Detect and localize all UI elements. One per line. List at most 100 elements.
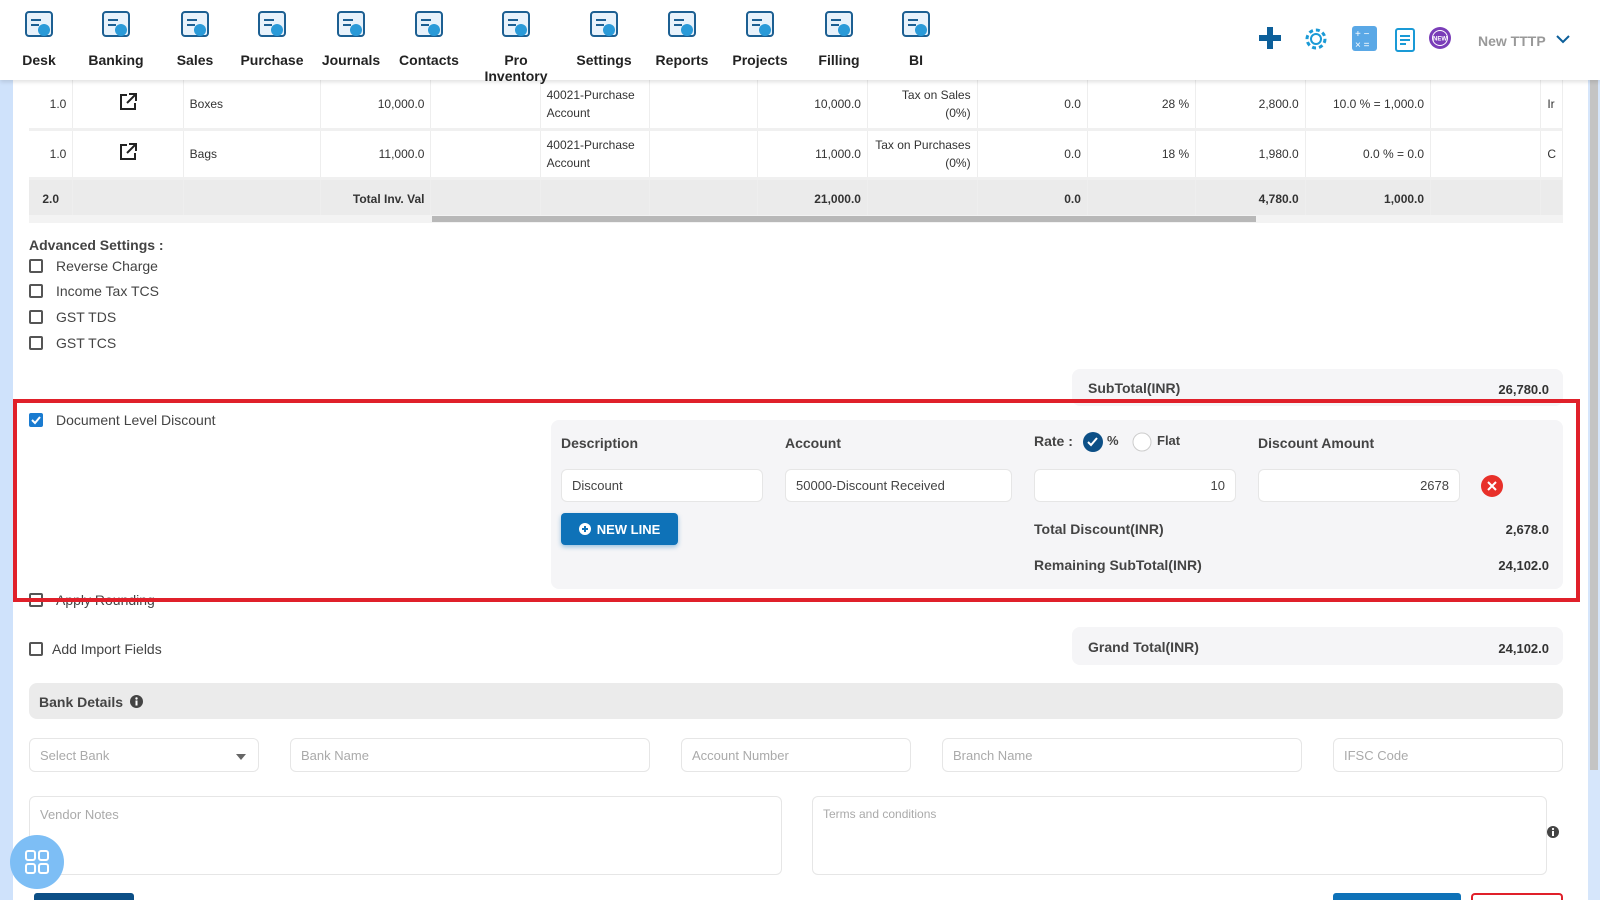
apps-fab[interactable]	[10, 835, 64, 889]
external-link-icon[interactable]	[119, 143, 138, 161]
document-discount-checkbox[interactable]	[29, 413, 43, 427]
table-row: 1.0 Boxes 10,000.0 40021-Purchase Account 10…	[29, 80, 1563, 131]
discount-amount-input[interactable]: 2678	[1258, 469, 1460, 502]
nav-label: Contacts	[399, 52, 459, 68]
remaining-subtotal-value: 24,102.0	[1498, 558, 1549, 573]
new-badge-icon[interactable]: NEW	[1428, 26, 1452, 50]
user-menu[interactable]: New TTTP	[1478, 33, 1546, 49]
table-cell: Tax on Purchases (0%)	[867, 129, 978, 180]
table-cell: 2,800.0	[1195, 80, 1306, 131]
table-cell	[649, 80, 759, 131]
discount-rate-input[interactable]: 10	[1034, 469, 1236, 502]
sales-icon	[181, 11, 209, 37]
journals-icon	[337, 11, 365, 37]
purchase-icon	[258, 11, 286, 37]
calculator-icon[interactable]: + −× =	[1352, 26, 1377, 51]
subtotal-label: SubTotal(INR)	[1088, 380, 1181, 396]
total-cell	[183, 178, 321, 218]
table-cell: Tax on Sales (0%)	[867, 80, 978, 131]
svg-text:NEW: NEW	[1433, 37, 1447, 43]
nav-label: Settings	[576, 52, 632, 68]
open-item-icon[interactable]	[72, 80, 184, 131]
account-number-input[interactable]: Account Number	[681, 738, 911, 772]
table-cell	[1430, 129, 1542, 180]
submit-button[interactable]	[1333, 893, 1461, 900]
cancel-button[interactable]	[1471, 893, 1563, 900]
rate-percent-radio[interactable]	[1083, 432, 1103, 452]
total-cell: 1,000.0	[1305, 178, 1432, 218]
vendor-notes-textarea[interactable]: Vendor Notes	[29, 796, 782, 875]
percent-label: %	[1107, 433, 1119, 448]
description-header: Description	[561, 435, 639, 451]
nav-label: Journals	[321, 52, 381, 68]
table-cell: 10,000.0	[320, 80, 432, 131]
bank-details-title: Bank Details	[39, 694, 124, 710]
table-cell	[430, 129, 541, 180]
total-discount-value: 2,678.0	[1505, 522, 1549, 537]
discount-description-input[interactable]: Discount	[561, 469, 763, 502]
remove-line-icon[interactable]	[1481, 475, 1503, 497]
info-icon[interactable]	[130, 695, 143, 708]
import-fields-checkbox[interactable]	[29, 642, 43, 656]
total-cell	[430, 178, 541, 218]
discount-amount-header: Discount Amount	[1258, 435, 1375, 451]
external-link-icon[interactable]	[119, 93, 138, 111]
nav-label: Sales	[176, 52, 214, 68]
terms-info-icon[interactable]	[1547, 826, 1559, 838]
inventory-icon	[502, 11, 530, 37]
discount-account-input[interactable]: 50000-Discount Received	[785, 469, 1012, 502]
new-line-button[interactable]: NEW LINE	[561, 513, 678, 545]
items-table: 1.0 Boxes 10,000.0 40021-Purchase Account 10…	[29, 80, 1563, 218]
table-cell: Boxes	[183, 80, 321, 131]
table-cell: 11,000.0	[320, 129, 432, 180]
flat-label: Flat	[1157, 433, 1181, 448]
plus-icon[interactable]	[1258, 26, 1282, 50]
grand-total-label: Grand Total(INR)	[1088, 639, 1199, 655]
total-cell	[867, 178, 978, 218]
chevron-down-icon[interactable]	[1556, 34, 1570, 44]
save-button[interactable]	[34, 893, 134, 900]
ifsc-code-input[interactable]: IFSC Code	[1333, 738, 1563, 772]
remaining-subtotal-label: Remaining SubTotal(INR)	[1034, 557, 1202, 573]
table-cell: Ir	[1540, 80, 1563, 131]
gst-tds-label: GST TDS	[56, 309, 117, 325]
total-cell	[1087, 178, 1197, 218]
table-cell: 1.0	[29, 129, 74, 180]
reverse-charge-checkbox[interactable]	[29, 259, 43, 273]
open-item-icon[interactable]	[72, 129, 184, 180]
total-cell	[72, 178, 184, 218]
caret-down-icon	[236, 754, 246, 760]
select-bank-dropdown[interactable]: Select Bank	[29, 738, 259, 772]
table-cell: 10,000.0	[757, 80, 868, 131]
total-cell	[540, 178, 651, 218]
table-cell: 0.0	[977, 129, 1088, 180]
rate-flat-radio[interactable]	[1132, 432, 1152, 452]
table-cell: 1,980.0	[1195, 129, 1306, 180]
apply-rounding-checkbox[interactable]	[29, 593, 43, 607]
total-cell: Total Inv. Val	[320, 178, 432, 218]
reverse-charge-label: Reverse Charge	[56, 258, 158, 274]
import-fields-label: Add Import Fields	[52, 641, 162, 657]
vertical-scrollbar-thumb[interactable]	[1590, 80, 1598, 770]
terms-textarea[interactable]: Terms and conditions	[812, 796, 1547, 875]
table-cell	[430, 80, 541, 131]
grid-icon	[25, 850, 49, 874]
check-icon	[31, 416, 41, 425]
gst-tds-checkbox[interactable]	[29, 310, 43, 324]
document-discount-label: Document Level Discount	[56, 412, 216, 428]
total-cell: 0.0	[977, 178, 1088, 218]
table-cell: 18 %	[1087, 129, 1197, 180]
gear-icon[interactable]	[1303, 26, 1329, 52]
reports-icon	[668, 11, 696, 37]
total-cell	[1540, 178, 1563, 218]
total-cell: 2.0	[29, 178, 74, 218]
document-icon[interactable]	[1395, 26, 1415, 52]
bank-name-input[interactable]: Bank Name	[290, 738, 650, 772]
income-tax-tcs-checkbox[interactable]	[29, 284, 43, 298]
table-scrollbar-thumb[interactable]	[432, 216, 1256, 222]
total-cell: 4,780.0	[1195, 178, 1306, 218]
gst-tcs-checkbox[interactable]	[29, 336, 43, 350]
income-tax-tcs-label: Income Tax TCS	[56, 283, 159, 299]
branch-name-input[interactable]: Branch Name	[942, 738, 1302, 772]
filing-icon	[825, 11, 853, 37]
